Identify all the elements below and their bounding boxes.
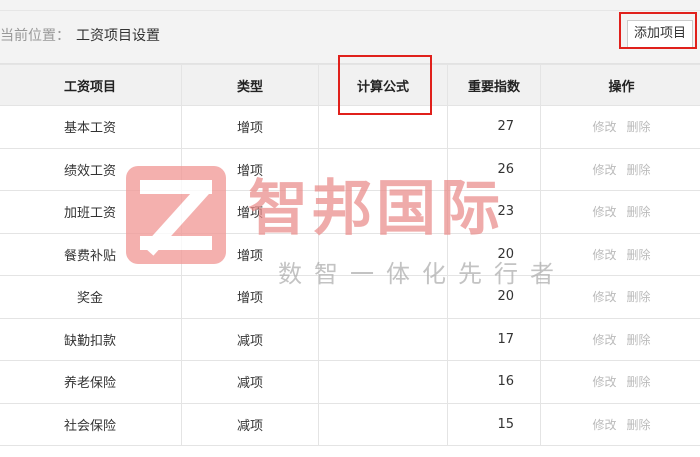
cell-type: 增项 [181,190,319,234]
table-row: 绩效工资 增项 26 修改 删除 [0,147,700,191]
add-item-button[interactable]: 添加项目 [627,20,693,48]
top-bar: 当前位置： 工资项目设置 添加项目 [0,0,700,64]
cell-formula [318,317,448,361]
cell-formula [318,190,448,234]
cell-salary-item: 社会保险 [0,402,182,446]
cell-actions: 修改 删除 [540,317,700,361]
breadcrumb-current: 工资项目设置 [76,28,160,44]
header-importance-index[interactable]: 重要指数 [447,64,541,106]
cell-type: 增项 [181,275,319,319]
cell-formula [318,105,448,149]
edit-link[interactable]: 修改 [592,163,616,177]
cell-salary-item: 基本工资 [0,105,182,149]
delete-link[interactable]: 删除 [627,163,651,177]
edit-link[interactable]: 修改 [592,333,616,347]
table-row: 奖金 增项 20 修改 删除 [0,275,700,319]
cell-salary-item: 餐费补贴 [0,232,182,276]
cell-importance-index: 27 [447,105,541,149]
cell-actions: 修改 删除 [540,190,700,234]
cell-type: 减项 [181,317,319,361]
cell-formula [318,360,448,404]
top-divider [0,10,700,11]
cell-salary-item: 奖金 [0,275,182,319]
cell-importance-index: 17 [447,317,541,361]
cell-salary-item: 加班工资 [0,190,182,234]
cell-actions: 修改 删除 [540,232,700,276]
cell-formula [318,232,448,276]
cell-actions: 修改 删除 [540,105,700,149]
cell-importance-index: 23 [447,190,541,234]
cell-salary-item: 缺勤扣款 [0,317,182,361]
delete-link[interactable]: 删除 [627,375,651,389]
delete-link[interactable]: 删除 [627,248,651,262]
salary-items-table: 工资项目 类型 计算公式 重要指数 操作 基本工资 增项 27 修改 删除 绩效工资 增项 2… [0,64,700,446]
header-formula[interactable]: 计算公式 [318,64,448,106]
cell-formula [318,147,448,191]
cell-importance-index: 26 [447,147,541,191]
cell-actions: 修改 删除 [540,275,700,319]
delete-link[interactable]: 删除 [627,290,651,304]
cell-formula [318,402,448,446]
cell-actions: 修改 删除 [540,147,700,191]
table-row: 社会保险 减项 15 修改 删除 [0,402,700,446]
header-salary-item[interactable]: 工资项目 [0,64,182,106]
table-row: 养老保险 减项 16 修改 删除 [0,360,700,404]
edit-link[interactable]: 修改 [592,290,616,304]
table-row: 基本工资 增项 27 修改 删除 [0,105,700,149]
cell-type: 增项 [181,147,319,191]
cell-actions: 修改 删除 [540,360,700,404]
edit-link[interactable]: 修改 [592,248,616,262]
delete-link[interactable]: 删除 [627,120,651,134]
edit-link[interactable]: 修改 [592,418,616,432]
table-row: 加班工资 增项 23 修改 删除 [0,190,700,234]
cell-type: 增项 [181,232,319,276]
cell-importance-index: 20 [447,275,541,319]
cell-importance-index: 20 [447,232,541,276]
edit-link[interactable]: 修改 [592,205,616,219]
table-row: 缺勤扣款 减项 17 修改 删除 [0,317,700,361]
table-header-row: 工资项目 类型 计算公式 重要指数 操作 [0,64,700,106]
header-type[interactable]: 类型 [181,64,319,106]
cell-importance-index: 15 [447,402,541,446]
edit-link[interactable]: 修改 [592,120,616,134]
edit-link[interactable]: 修改 [592,375,616,389]
breadcrumb: 当前位置： 工资项目设置 [0,25,160,45]
cell-salary-item: 养老保险 [0,360,182,404]
cell-type: 减项 [181,402,319,446]
breadcrumb-prefix: 当前位置： [0,28,70,44]
cell-type: 减项 [181,360,319,404]
delete-link[interactable]: 删除 [627,418,651,432]
cell-importance-index: 16 [447,360,541,404]
delete-link[interactable]: 删除 [627,205,651,219]
header-actions: 操作 [540,64,700,106]
cell-salary-item: 绩效工资 [0,147,182,191]
table-row: 餐费补贴 增项 20 修改 删除 [0,232,700,276]
cell-actions: 修改 删除 [540,402,700,446]
cell-type: 增项 [181,105,319,149]
cell-formula [318,275,448,319]
delete-link[interactable]: 删除 [627,333,651,347]
